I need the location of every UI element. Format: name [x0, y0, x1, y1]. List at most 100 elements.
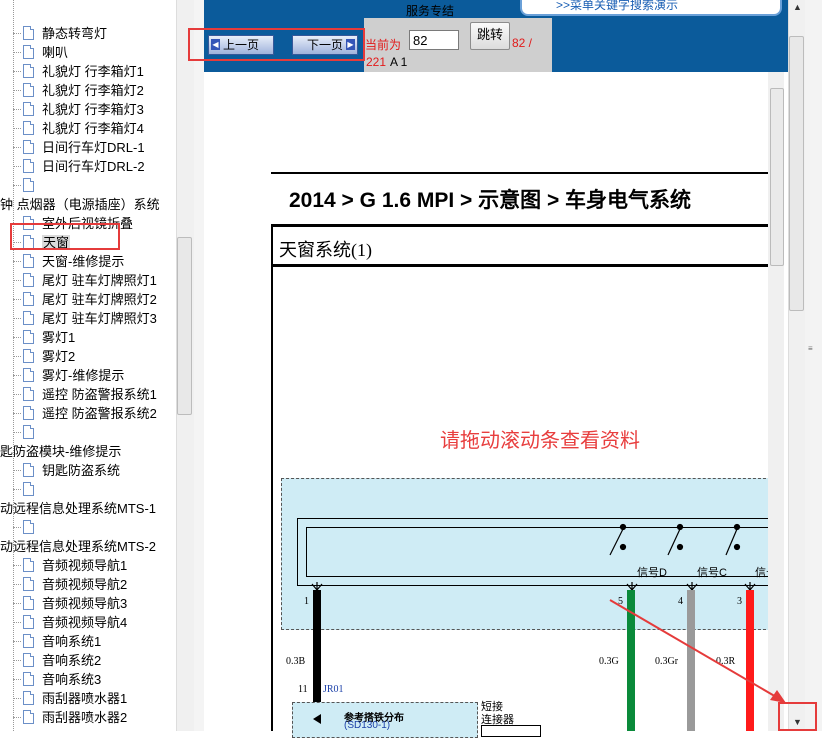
tree-item[interactable]: 音频视频导航2	[13, 575, 127, 594]
tree-item[interactable]	[13, 518, 42, 537]
tree-connector-line	[13, 527, 21, 528]
tree-item[interactable]: 礼貌灯 行李箱灯2	[13, 81, 144, 100]
document-icon	[23, 273, 34, 287]
title-rule	[271, 264, 771, 267]
scroll-up-icon[interactable]: ▲	[793, 2, 802, 12]
tree-connector-line	[13, 128, 21, 129]
tree-item[interactable]: 音频视频导航3	[13, 594, 128, 613]
main-scrollbar-thumb[interactable]	[789, 36, 804, 311]
tree-item[interactable]: 钟 点烟器（电源插座）系统	[0, 195, 160, 214]
tree-item-label: 天窗-维修提示	[42, 254, 125, 269]
document-icon	[23, 482, 34, 496]
tree-item[interactable]: 尾灯 驻车灯牌照灯3	[13, 309, 157, 328]
tree-item[interactable]: 天窗-维修提示	[13, 252, 125, 271]
tree-connector-line	[13, 166, 21, 167]
tree-item-label: 遥控 防盗警报系统1	[42, 387, 157, 402]
tree-item[interactable]: 动远程信息处理系统MTS-2	[0, 537, 156, 556]
tree-item-label: 动远程信息处理系统MTS-2	[0, 539, 157, 554]
tree-item[interactable]: 雾灯1	[13, 328, 76, 347]
tree-connector-line	[13, 280, 21, 281]
document-icon	[23, 406, 34, 420]
document-icon	[23, 463, 34, 477]
scroll-down-highlight-box	[778, 702, 817, 731]
breadcrumb-rule	[271, 224, 771, 227]
tree-connector-line	[13, 717, 21, 718]
scroll-hint: 请拖动滚动条查看资料	[440, 430, 640, 452]
tree-item[interactable]: 钥匙防盗系统	[13, 461, 120, 480]
tree-item[interactable]: 礼貌灯 行李箱灯4	[13, 119, 144, 138]
search-demo-banner[interactable]: >>菜单关键字搜索演示	[520, 0, 782, 16]
tree-item[interactable]: 雾灯2	[13, 347, 75, 366]
tree-connector-line	[13, 394, 21, 395]
tree-item-label: 雨刮器喷水器2	[42, 710, 128, 725]
document-icon	[23, 83, 34, 97]
tree-scrollbar-thumb[interactable]	[177, 237, 192, 415]
tree-item-label: 礼貌灯 行李箱灯3	[42, 102, 144, 117]
search-demo-link[interactable]: >>菜单关键字搜索演示	[556, 0, 678, 13]
tree-connector-line	[13, 261, 21, 262]
document-icon	[23, 653, 34, 667]
tree-connector-line	[13, 375, 21, 376]
ground-ref-link[interactable]: (SD130-1)	[344, 720, 390, 731]
current-page-label: 当前为	[365, 38, 402, 52]
tree-item[interactable]: 音频视频导航4	[13, 613, 127, 632]
tree-connector-line	[13, 299, 21, 300]
service-label: 服务专结	[406, 4, 455, 18]
tree-item-label: 音频视频导航3	[42, 596, 128, 611]
tree-connector-line	[13, 337, 21, 338]
document-icon	[23, 710, 34, 724]
tree-item[interactable]	[13, 480, 42, 499]
tree-item[interactable]: 音频视频导航1	[13, 556, 128, 575]
signal-d-label: 信号D	[637, 567, 667, 579]
tree-item-label: 遥控 防盗警报系统2	[42, 406, 157, 421]
document-icon	[23, 292, 34, 306]
tree-item[interactable]: 日间行车灯DRL-2	[13, 157, 145, 176]
jump-button[interactable]: 跳转	[470, 22, 510, 50]
grip-icon: ≡	[808, 344, 813, 353]
tree-item[interactable]	[13, 176, 42, 195]
tree-connector-line	[13, 470, 21, 471]
document-scrollbar-thumb[interactable]	[770, 88, 784, 266]
tree-item[interactable]: 音响系统1	[13, 632, 101, 651]
tree-item[interactable]: 遥控 防盗警报系统2	[13, 404, 157, 423]
tree-item[interactable]: 静态转弯灯	[13, 24, 107, 43]
tree-connector-line	[13, 489, 21, 490]
tree-item[interactable]: 音响系统3	[13, 670, 101, 689]
page-number-input[interactable]: 82	[409, 30, 459, 50]
document-icon	[23, 178, 34, 192]
document-icon	[23, 311, 34, 325]
tree-item[interactable]: 音响系统2	[13, 651, 101, 670]
tree-item[interactable]: 尾灯 驻车灯牌照灯1	[13, 271, 157, 290]
tree-item[interactable]: 喇叭	[13, 43, 68, 62]
tree-item[interactable]: 动远程信息处理系统MTS-1	[0, 499, 156, 518]
tree-item[interactable]: 礼貌灯 行李箱灯3	[13, 100, 144, 119]
tree-item[interactable]: 雨刮器喷水器1	[13, 689, 127, 708]
tree-item[interactable]: 雨刮器喷水器2	[13, 708, 128, 727]
tree-item-label: 雾灯1	[42, 330, 76, 345]
document-icon	[23, 672, 34, 686]
tree-item-label: 音频视频导航1	[42, 558, 128, 573]
document-icon	[23, 634, 34, 648]
tree-item[interactable]: 日间行车灯DRL-1	[13, 138, 145, 157]
tree-connector-line	[13, 90, 21, 91]
annotation-arrow	[609, 599, 786, 703]
tree-connector-line	[13, 71, 21, 72]
tree-item[interactable]: 匙防盗模块-维修提示	[0, 442, 121, 461]
breadcrumb: 2014 > G 1.6 MPI > 示意图 > 车身电气系统	[289, 189, 692, 212]
document-icon	[23, 596, 34, 610]
tree-connector-line	[13, 356, 21, 357]
tree-item[interactable]: 尾灯 驻车灯牌照灯2	[13, 290, 157, 309]
document-icon	[23, 691, 34, 705]
signal-c-label: 信号C	[697, 567, 727, 579]
tree-item-label: 日间行车灯DRL-1	[42, 140, 145, 155]
connector-pin: 11	[298, 684, 308, 695]
tree-connector-line	[13, 698, 21, 699]
tree-item[interactable]: 雾灯-维修提示	[13, 366, 124, 385]
tree-connector-line	[13, 318, 21, 319]
tree-item[interactable]: 礼貌灯 行李箱灯1	[13, 62, 144, 81]
navigation-tree: 静态转弯灯 喇叭 礼貌灯 行李箱灯1 礼貌灯 行李箱灯2 礼貌灯 行李箱灯3 礼貌灯 行李…	[0, 0, 176, 731]
tree-item-label: 日间行车灯DRL-2	[42, 159, 145, 174]
top-rule	[271, 172, 771, 174]
tree-item[interactable]	[13, 423, 42, 442]
tree-item[interactable]: 遥控 防盗警报系统1	[13, 385, 157, 404]
